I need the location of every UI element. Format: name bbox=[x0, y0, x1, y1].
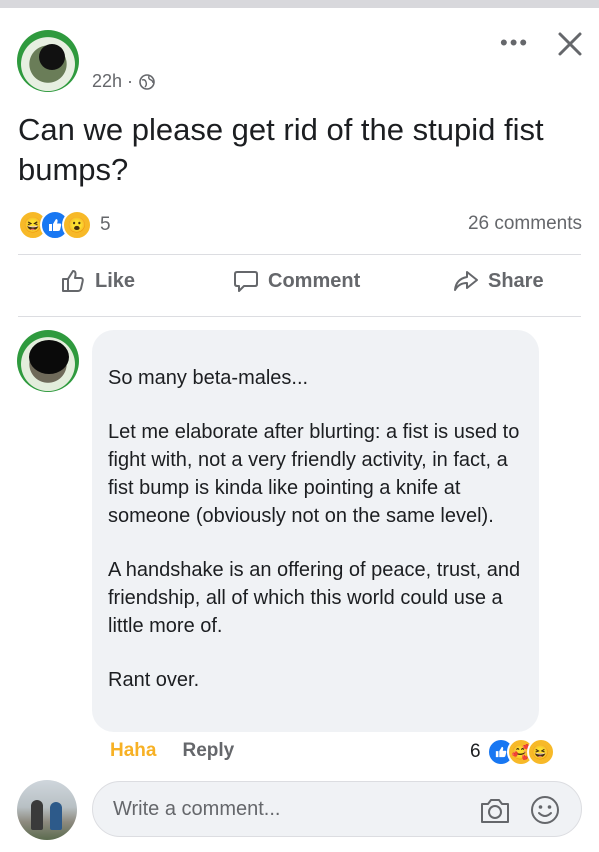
comment-bubble-icon bbox=[234, 271, 258, 292]
post-body: Can we please get rid of the stupid fist… bbox=[18, 112, 544, 187]
like-button[interactable]: Like bbox=[60, 268, 135, 294]
comment-paragraph: Let me elaborate after blurting: a fist … bbox=[108, 421, 520, 527]
comment-reaction-count: 6 bbox=[470, 741, 481, 762]
share-label: Share bbox=[488, 269, 544, 292]
comment-button[interactable]: Comment bbox=[233, 268, 360, 294]
thumbs-up-icon bbox=[62, 270, 84, 292]
comment-input[interactable] bbox=[111, 797, 455, 822]
haha-icon: 😆 bbox=[526, 738, 555, 766]
divider bbox=[18, 254, 581, 255]
comment-paragraph: Rant over. bbox=[108, 669, 200, 691]
comments-count-link[interactable]: 26 comments bbox=[468, 213, 582, 235]
divider bbox=[18, 316, 581, 317]
top-status-strip bbox=[0, 0, 599, 8]
post-reaction-count[interactable]: 5 bbox=[100, 214, 111, 236]
like-label: Like bbox=[95, 269, 136, 292]
globe-icon bbox=[139, 73, 155, 90]
reply-button[interactable]: Reply bbox=[182, 740, 234, 762]
comment-paragraph: A handshake is an offering of peace, tru… bbox=[108, 559, 521, 637]
obscured-face bbox=[39, 44, 65, 70]
current-user-avatar[interactable] bbox=[17, 780, 77, 840]
comment-bubble: So many beta-males... Let me elaborate a… bbox=[92, 330, 539, 732]
avatar-figure bbox=[50, 802, 62, 830]
post-author-avatar[interactable] bbox=[17, 30, 79, 92]
emoji-icon[interactable] bbox=[529, 794, 561, 826]
comment-label: Comment bbox=[268, 269, 361, 292]
post-action-bar: Like Comment Share bbox=[0, 268, 599, 308]
camera-icon[interactable] bbox=[479, 795, 511, 825]
post-timestamp[interactable]: 22h · bbox=[92, 71, 133, 92]
share-button[interactable]: Share bbox=[453, 268, 544, 294]
share-arrow-icon bbox=[454, 271, 478, 291]
wow-icon: 😮 bbox=[62, 210, 92, 240]
comment-composer bbox=[92, 781, 582, 837]
obscured-face bbox=[29, 340, 69, 374]
more-options-button[interactable]: ••• bbox=[500, 30, 529, 56]
post-reactions[interactable]: 😆 😮 5 bbox=[18, 210, 111, 240]
comment-actions: Haha Reply bbox=[110, 740, 234, 762]
close-icon[interactable] bbox=[556, 30, 584, 58]
comment-reactions[interactable]: 6 🥰 😆 bbox=[470, 738, 555, 766]
commenter-avatar[interactable] bbox=[17, 330, 79, 392]
comment-paragraph: So many beta-males... bbox=[108, 367, 309, 389]
avatar-figure bbox=[31, 800, 43, 830]
post-meta: 22h · bbox=[92, 71, 155, 92]
haha-reaction-button[interactable]: Haha bbox=[110, 740, 156, 762]
